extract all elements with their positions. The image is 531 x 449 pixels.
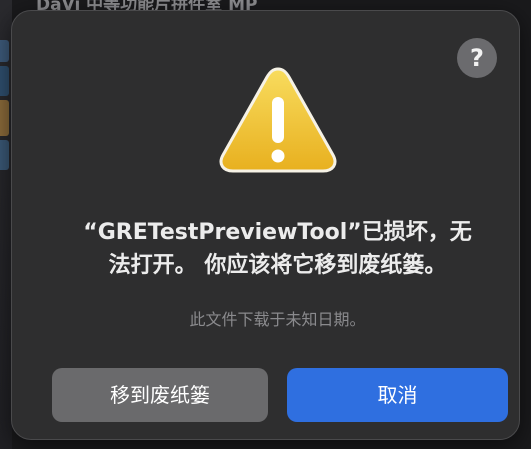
move-to-trash-button[interactable]: 移到废纸篓 (52, 368, 268, 422)
background-thumbnail (0, 66, 9, 96)
alert-title-line: “GRETestPreviewTool”已损坏，无 (83, 220, 472, 245)
cancel-button[interactable]: 取消 (287, 368, 508, 422)
warning-triangle-icon (219, 67, 337, 173)
background-thumbnail (0, 140, 9, 170)
alert-message: 此文件下载于未知日期。 (189, 310, 366, 329)
damaged-app-alert-dialog: ? “GRETestPreviewTool”已损坏，无 法打开。 你应该将它移到… (11, 10, 520, 440)
help-button[interactable]: ? (457, 38, 497, 78)
alert-title: “GRETestPreviewTool”已损坏，无 法打开。 你应该将它移到废纸… (32, 216, 523, 282)
background-thumbnail (0, 40, 9, 62)
alert-title-line: 法打开。 你应该将它移到废纸篓。 (108, 253, 447, 278)
background-thumbnail (0, 100, 9, 136)
